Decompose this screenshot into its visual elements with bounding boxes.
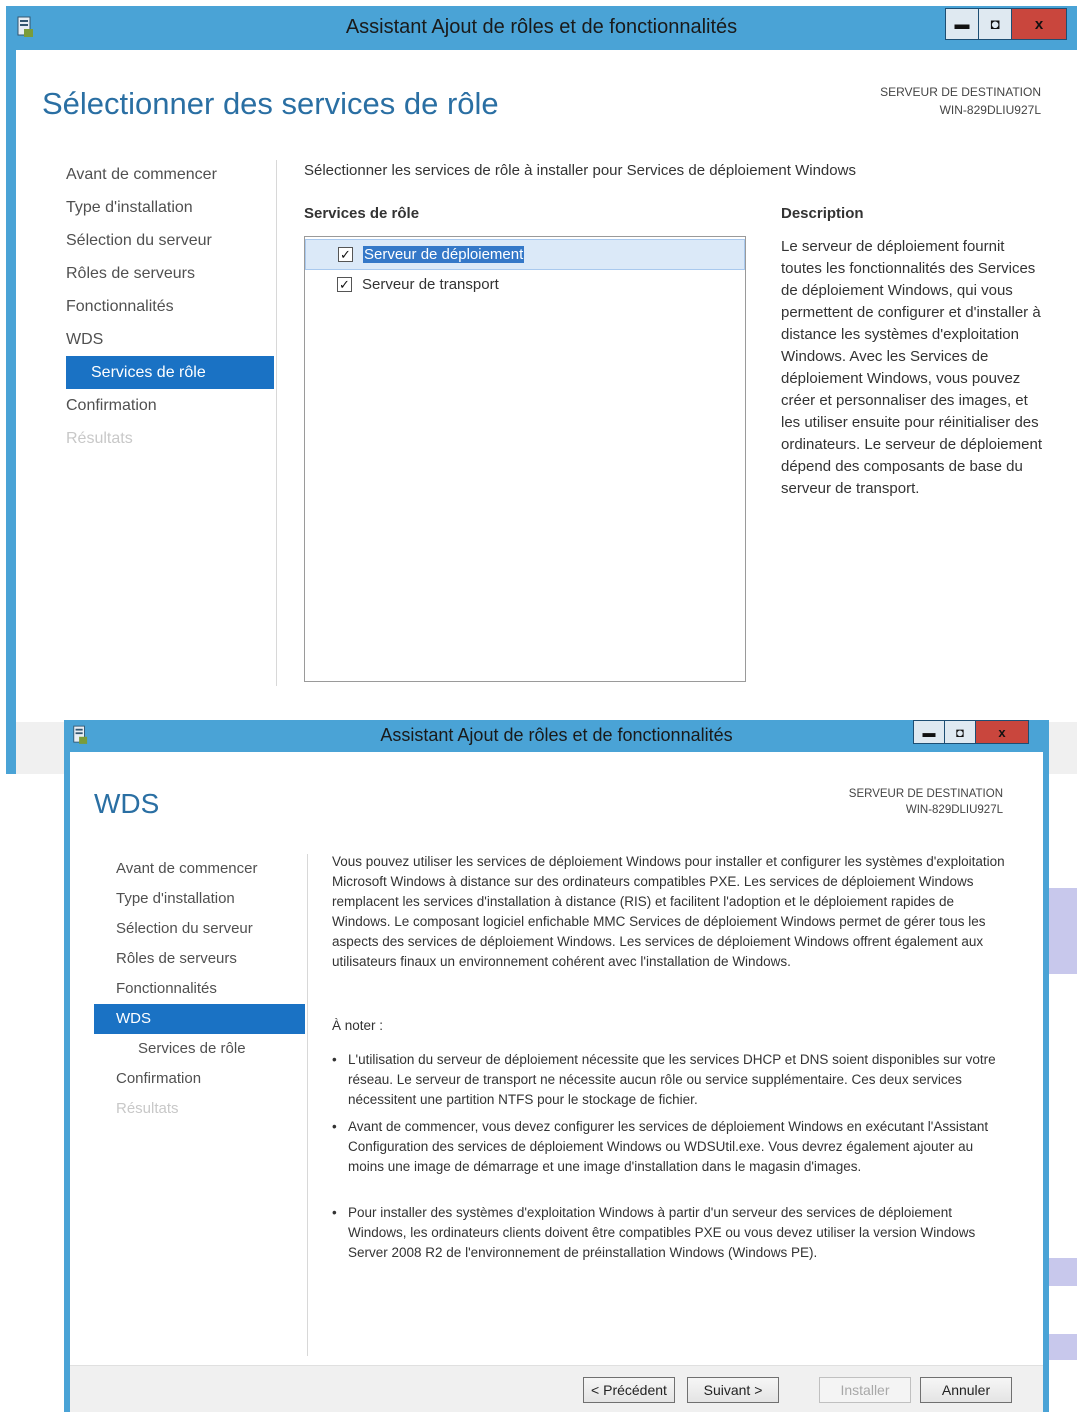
window-title: Assistant Ajout de rôles et de fonctionn… [380,724,733,745]
window-controls: ▬ ◘ x [945,8,1067,40]
background-block [1049,888,1077,974]
nav-item-fonctionnalites[interactable]: Fonctionnalités [66,290,274,323]
page-title: WDS [94,788,160,819]
minimize-button[interactable]: ▬ [945,8,979,40]
cancel-button[interactable]: Annuler [920,1377,1012,1403]
title-bar[interactable]: Assistant Ajout de rôles et de fonctionn… [6,6,1077,48]
destination-server: SERVEUR DE DESTINATION WIN-829DLIU927L [849,786,1003,818]
previous-button[interactable]: < Précédent [583,1377,675,1403]
nav-item-wds[interactable]: WDS [66,323,274,356]
role-services-header: Services de rôle [304,205,420,222]
nav-item-wds[interactable]: WDS [94,1004,305,1034]
wizard-window-role-services: Assistant Ajout de rôles et de fonctionn… [6,6,1077,774]
description-text: Le serveur de déploiement fournit toutes… [781,238,1042,497]
maximize-button[interactable]: ◘ [978,8,1012,40]
nav-item-selection-serveur[interactable]: Sélection du serveur [66,224,274,257]
check-icon: ✓ [339,277,350,292]
wizard-content: Sélectionner des services de rôle SERVEU… [16,50,1077,722]
nav-item-resultats: Résultats [116,1100,179,1117]
nav-item-fonctionnalites[interactable]: Fonctionnalités [94,974,305,1004]
nav-item-services-de-role[interactable]: Services de rôle [94,1034,305,1064]
nav-item-type-installation[interactable]: Type d'installation [66,191,274,224]
close-button[interactable]: x [975,720,1029,744]
server-manager-icon [73,725,88,744]
list-item-label: Serveur de transport [362,276,499,293]
window-title: Assistant Ajout de rôles et de fonctionn… [345,15,738,38]
destination-label: SERVEUR DE DESTINATION [880,85,1041,99]
check-icon: ✓ [340,247,351,262]
checkbox-serveur-de-deploiement[interactable]: ✓ [338,247,353,262]
destination-server-name: WIN-829DLIU927L [905,804,1003,816]
bullet-text: L'utilisation du serveur de déploiement … [348,1052,996,1107]
list-item-label: Serveur de déploiement [363,246,525,263]
bullet-text: Avant de commencer, vous devez configure… [348,1119,989,1174]
description-header: Description [781,205,864,222]
nav-item-roles-serveurs[interactable]: Rôles de serveurs [94,944,305,974]
bullet-icon: • [332,1119,337,1134]
destination-server-name: WIN-829DLIU927L [939,103,1041,117]
wizard-window-wds: Assistant Ajout de rôles et de fonctionn… [64,720,1049,1412]
list-item-serveur-de-deploiement[interactable]: ✓ Serveur de déploiement [305,239,745,270]
nav-item-selection-serveur[interactable]: Sélection du serveur [94,914,305,944]
list-item: • L'utilisation du serveur de déploiemen… [332,1050,1012,1110]
nav-item-confirmation[interactable]: Confirmation [94,1064,305,1094]
list-item: • Avant de commencer, vous devez configu… [332,1117,1012,1177]
background-block [1049,1334,1077,1360]
list-item-serveur-de-transport[interactable]: ✓ Serveur de transport [305,270,745,299]
page-title: Sélectionner des services de rôle [42,86,499,121]
background-block [1049,1258,1077,1286]
next-button[interactable]: Suivant > [687,1377,779,1403]
nav-item-confirmation[interactable]: Confirmation [66,389,274,422]
bullet-icon: • [332,1052,337,1067]
title-bar[interactable]: Assistant Ajout de rôles et de fonctionn… [64,720,1049,750]
nav-item-avant-de-commencer[interactable]: Avant de commencer [66,158,274,191]
nav-item-resultats: Résultats [66,430,133,447]
install-button: Installer [819,1377,911,1403]
nav-divider [276,160,277,686]
nav-item-roles-serveurs[interactable]: Rôles de serveurs [66,257,274,290]
wizard-nav: Avant de commencer Type d'installation S… [66,158,274,455]
wizard-footer: < Précédent Suivant > Installer Annuler [70,1365,1043,1412]
bullet-icon: • [332,1205,337,1220]
checkbox-serveur-de-transport[interactable]: ✓ [337,277,352,292]
minimize-button[interactable]: ▬ [913,720,945,744]
maximize-button[interactable]: ◘ [944,720,976,744]
server-manager-icon [17,16,33,37]
intro-text: Sélectionner les services de rôle à inst… [304,162,856,179]
wizard-content: WDS SERVEUR DE DESTINATION WIN-829DLIU92… [70,752,1043,1366]
bullet-text: Pour installer des systèmes d'exploitati… [348,1205,976,1260]
wizard-nav: Avant de commencer Type d'installation S… [94,854,305,1124]
destination-label: SERVEUR DE DESTINATION [848,788,1003,800]
note-label: À noter : [332,1018,384,1033]
destination-server: SERVEUR DE DESTINATION WIN-829DLIU927L [880,83,1041,119]
close-button[interactable]: x [1011,8,1067,40]
wds-intro-text: Vous pouvez utiliser les services de dép… [332,854,1005,969]
list-item: • Pour installer des systèmes d'exploita… [332,1203,1012,1263]
role-services-list[interactable]: ✓ Serveur de déploiement ✓ Serveur de tr… [304,236,746,682]
nav-divider [307,854,308,1356]
nav-item-type-installation[interactable]: Type d'installation [94,884,305,914]
nav-item-avant-de-commencer[interactable]: Avant de commencer [94,854,305,884]
window-controls: ▬ ◘ x [913,720,1029,744]
nav-item-services-de-role[interactable]: Services de rôle [66,356,274,389]
